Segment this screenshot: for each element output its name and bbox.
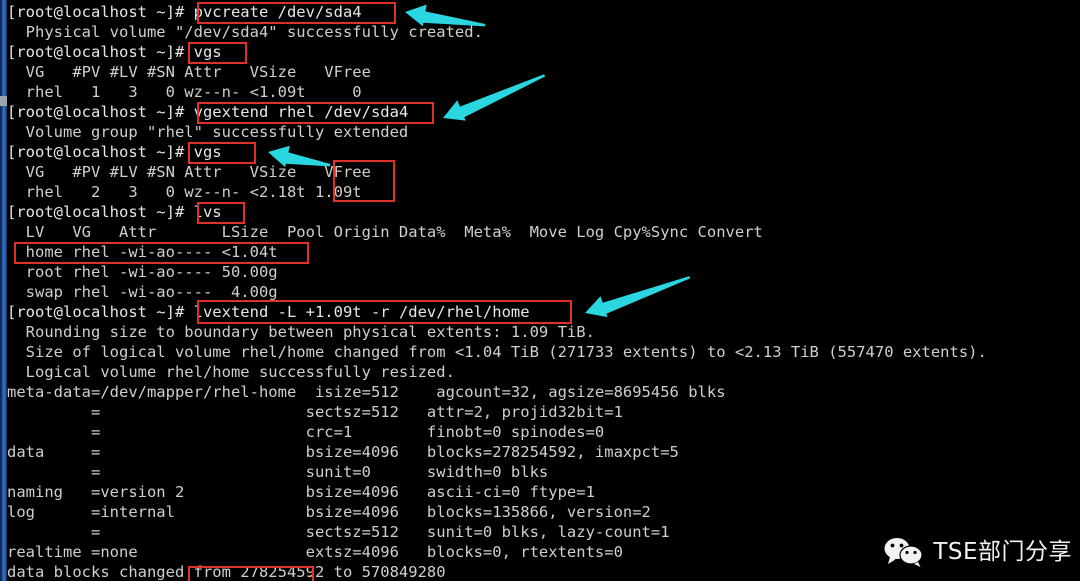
terminal-scrollbar[interactable]	[0, 0, 7, 581]
shell-prompt: [root@localhost ~]#	[7, 303, 194, 321]
shell-output-text: Physical volume "/dev/sda4" successfully…	[7, 23, 483, 41]
terminal-output-line: data = bsize=4096 blocks=278254592, imax…	[7, 442, 1080, 462]
scrollbar-thumb[interactable]	[0, 96, 7, 106]
shell-output-text: Size of logical volume rhel/home changed…	[7, 343, 987, 361]
terminal-output-line: log =internal bsize=4096 blocks=135866, …	[7, 502, 1080, 522]
terminal-output-line: VG #PV #LV #SN Attr VSize VFree	[7, 62, 1080, 82]
terminal-output-line: home rhel -wi-ao---- <1.04t	[7, 242, 1080, 262]
shell-output-text: LV VG Attr LSize Pool Origin Data% Meta%…	[7, 223, 763, 241]
shell-output-text: = sectsz=512 sunit=0 blks, lazy-count=1	[7, 523, 670, 541]
shell-prompt: [root@localhost ~]#	[7, 43, 194, 61]
shell-output-text: VG #PV #LV #SN Attr VSize VFree	[7, 163, 371, 181]
watermark-text: TSE部门分享	[933, 539, 1072, 565]
shell-prompt: [root@localhost ~]#	[7, 103, 194, 121]
shell-command: vgs	[193, 143, 222, 161]
shell-prompt: [root@localhost ~]#	[7, 203, 194, 221]
shell-output-text: rhel 1 3 0 wz--n- <1.09t 0	[7, 83, 362, 101]
terminal-command-line: [root@localhost ~]# vgs	[7, 42, 1080, 62]
terminal-output-line: VG #PV #LV #SN Attr VSize VFree	[7, 162, 1080, 182]
shell-output-text: Logical volume rhel/home successfully re…	[7, 363, 455, 381]
terminal-output-line: Logical volume rhel/home successfully re…	[7, 362, 1080, 382]
shell-command: vgextend rhel /dev/sda4	[193, 103, 409, 121]
terminal-command-line: [root@localhost ~]# vgextend rhel /dev/s…	[7, 102, 1080, 122]
shell-output-text: swap rhel -wi-ao---- 4.00g	[7, 283, 278, 301]
terminal-output-line: LV VG Attr LSize Pool Origin Data% Meta%…	[7, 222, 1080, 242]
shell-prompt: [root@localhost ~]#	[7, 3, 194, 21]
shell-output-text: data = bsize=4096 blocks=278254592, imax…	[7, 443, 679, 461]
terminal-output-line: swap rhel -wi-ao---- 4.00g	[7, 282, 1080, 302]
shell-command: vgs	[193, 43, 222, 61]
terminal-screenshot: [root@localhost ~]# pvcreate /dev/sda4 P…	[0, 0, 1080, 581]
terminal-output-line: root rhel -wi-ao---- 50.00g	[7, 262, 1080, 282]
shell-output-text: Volume group "rhel" successfully extende…	[7, 123, 409, 141]
shell-output-text: rhel 2 3 0 wz--n- <2.18t 1.09t	[7, 183, 362, 201]
terminal-output-line: rhel 2 3 0 wz--n- <2.18t 1.09t	[7, 182, 1080, 202]
terminal-output: [root@localhost ~]# pvcreate /dev/sda4 P…	[7, 2, 1080, 581]
shell-output-text: VG #PV #LV #SN Attr VSize VFree	[7, 63, 371, 81]
terminal-output-line: Size of logical volume rhel/home changed…	[7, 342, 1080, 362]
shell-output-text: log =internal bsize=4096 blocks=135866, …	[7, 503, 651, 521]
shell-output-text: home rhel -wi-ao---- <1.04t	[7, 243, 278, 261]
terminal-output-line: Rounding size to boundary between physic…	[7, 322, 1080, 342]
terminal-command-line: [root@localhost ~]# pvcreate /dev/sda4	[7, 2, 1080, 22]
terminal-output-line: Physical volume "/dev/sda4" successfully…	[7, 22, 1080, 42]
shell-command: lvextend -L +1.09t -r /dev/rhel/home	[193, 303, 530, 321]
terminal-command-line: [root@localhost ~]# lvextend -L +1.09t -…	[7, 302, 1080, 322]
shell-output-text: realtime =none extsz=4096 blocks=0, rtex…	[7, 543, 623, 561]
shell-output-text: = sunit=0 swidth=0 blks	[7, 463, 549, 481]
shell-output-text: = crc=1 finobt=0 spinodes=0	[7, 423, 605, 441]
shell-command: pvcreate /dev/sda4	[193, 3, 362, 21]
terminal-output-line: naming =version 2 bsize=4096 ascii-ci=0 …	[7, 482, 1080, 502]
shell-command: lvs	[193, 203, 222, 221]
shell-output-text: data blocks changed from 278254592 to 57…	[7, 563, 446, 581]
terminal-output-line: = crc=1 finobt=0 spinodes=0	[7, 422, 1080, 442]
terminal-output-line: rhel 1 3 0 wz--n- <1.09t 0	[7, 82, 1080, 102]
shell-output-text: Rounding size to boundary between physic…	[7, 323, 595, 341]
shell-prompt: [root@localhost ~]#	[7, 143, 194, 161]
shell-output-text: = sectsz=512 attr=2, projid32bit=1	[7, 403, 623, 421]
shell-output-text: meta-data=/dev/mapper/rhel-home isize=51…	[7, 383, 726, 401]
terminal-command-line: [root@localhost ~]# vgs	[7, 142, 1080, 162]
terminal-output-line: = sunit=0 swidth=0 blks	[7, 462, 1080, 482]
terminal-command-line: [root@localhost ~]# lvs	[7, 202, 1080, 222]
terminal-output-line: = sectsz=512 attr=2, projid32bit=1	[7, 402, 1080, 422]
watermark: TSE部门分享	[884, 537, 1072, 567]
wechat-icon	[884, 538, 923, 567]
terminal-output-line: Volume group "rhel" successfully extende…	[7, 122, 1080, 142]
shell-output-text: root rhel -wi-ao---- 50.00g	[7, 263, 278, 281]
shell-output-text: naming =version 2 bsize=4096 ascii-ci=0 …	[7, 483, 595, 501]
terminal-output-line: meta-data=/dev/mapper/rhel-home isize=51…	[7, 382, 1080, 402]
